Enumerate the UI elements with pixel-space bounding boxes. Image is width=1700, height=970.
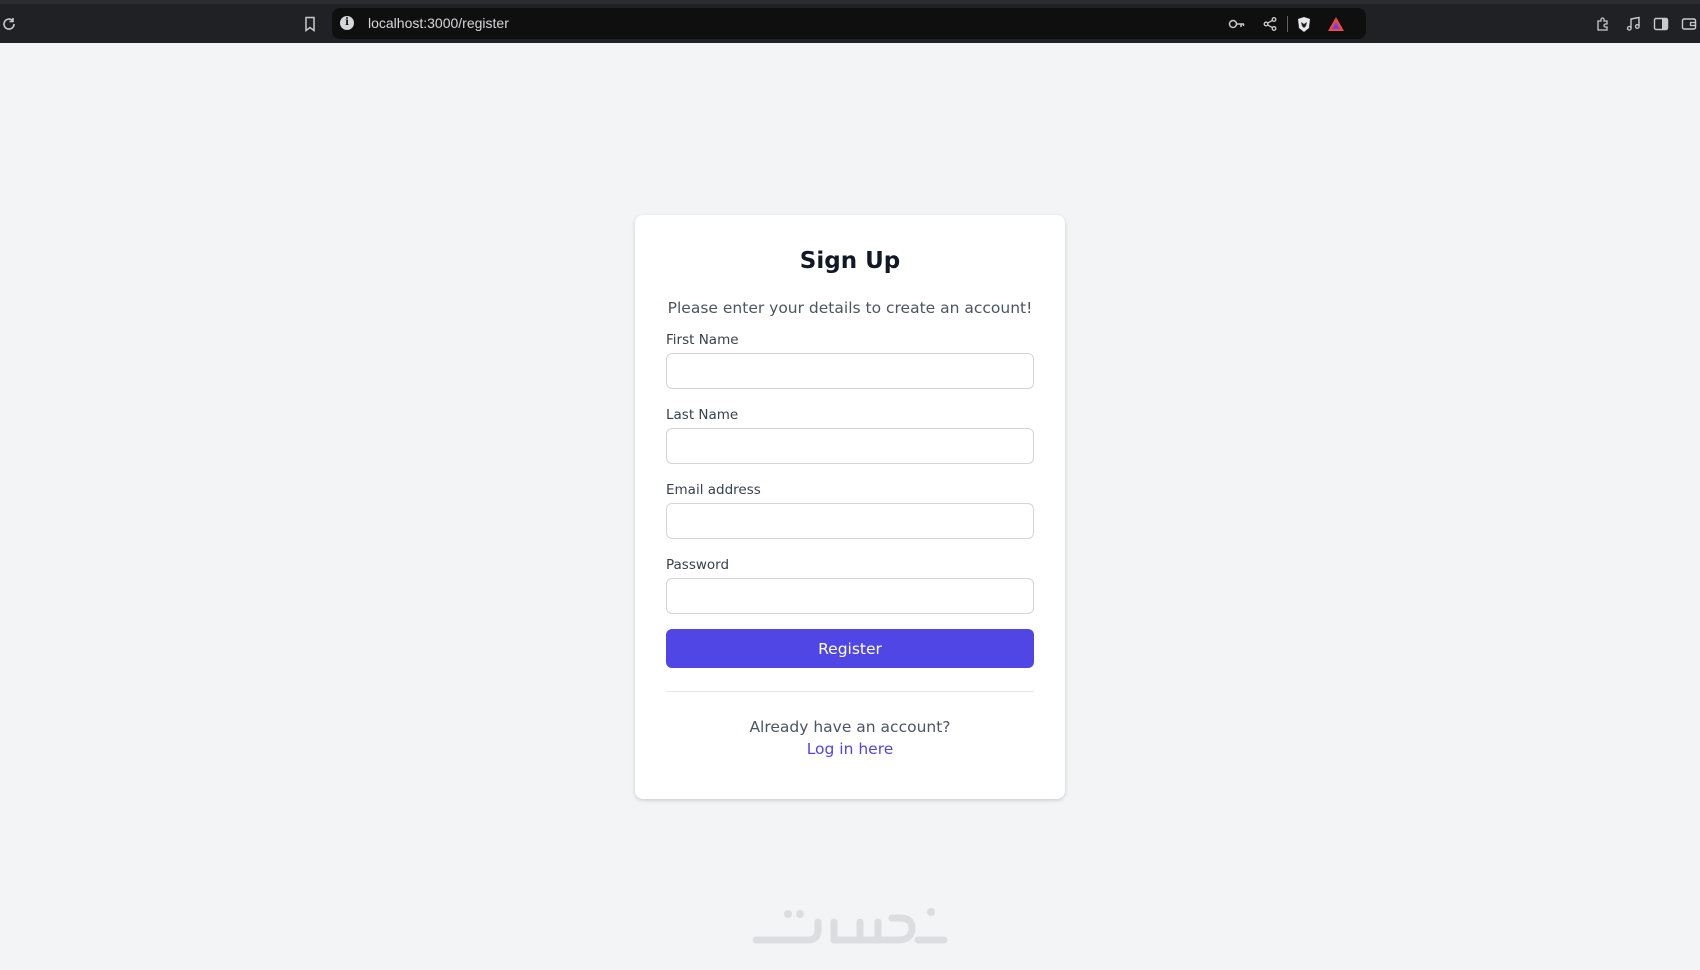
last-name-label: Last Name <box>666 407 739 423</box>
page-title: Sign Up <box>799 248 901 274</box>
login-link[interactable]: Log in here <box>666 740 1034 758</box>
toolbar-divider <box>1287 16 1288 32</box>
email-input[interactable] <box>666 503 1034 539</box>
password-label: Password <box>666 557 730 573</box>
sidebar-icon[interactable] <box>1652 15 1670 33</box>
reload-icon[interactable] <box>0 15 18 33</box>
last-name-group: Last Name <box>666 407 1034 464</box>
password-input[interactable] <box>666 578 1034 614</box>
brave-shield-icon[interactable] <box>1295 15 1313 33</box>
password-group: Password <box>666 557 1034 614</box>
share-icon[interactable] <box>1261 15 1279 33</box>
signup-form: First Name Last Name Email address Passw… <box>666 332 1034 614</box>
first-name-group: First Name <box>666 332 1034 389</box>
site-info-icon[interactable]: i <box>340 16 354 30</box>
password-key-icon[interactable] <box>1228 15 1246 33</box>
already-account-text: Already have an account? <box>749 718 951 736</box>
extensions-icon[interactable] <box>1594 15 1612 33</box>
first-name-input[interactable] <box>666 353 1034 389</box>
last-name-input[interactable] <box>666 428 1034 464</box>
first-name-label: First Name <box>666 332 739 348</box>
media-icon[interactable] <box>1624 15 1642 33</box>
register-button[interactable]: Register <box>666 629 1034 668</box>
browser-toolbar: i localhost:3000/register <box>0 0 1700 43</box>
wallet-icon[interactable] <box>1680 15 1698 33</box>
url-text[interactable]: localhost:3000/register <box>368 15 509 31</box>
watermark-logo <box>752 908 948 944</box>
signup-card: Sign Up Please enter your details to cre… <box>635 215 1065 799</box>
email-label: Email address <box>666 482 761 498</box>
brave-rewards-icon[interactable] <box>1327 15 1345 33</box>
address-bar[interactable]: i localhost:3000/register <box>332 8 1366 39</box>
email-group: Email address <box>666 482 1034 539</box>
bookmark-icon[interactable] <box>301 15 319 33</box>
divider <box>666 691 1034 692</box>
page-subtitle: Please enter your details to create an a… <box>667 299 1033 317</box>
